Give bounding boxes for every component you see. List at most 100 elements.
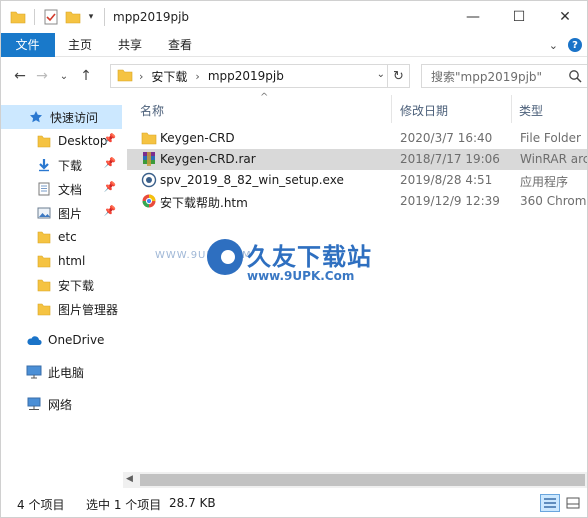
window-title: mpp2019pjb [113, 9, 190, 24]
search-icon[interactable] [568, 69, 582, 86]
pin-icon[interactable]: 📌 [104, 182, 116, 193]
folder-icon[interactable] [9, 8, 27, 26]
help-icon[interactable]: ? [568, 38, 582, 52]
search-input[interactable]: 搜索"mpp2019pjb" [421, 64, 588, 88]
nav-item-label: 此电脑 [48, 365, 85, 380]
chevron-right-icon[interactable]: › [139, 70, 143, 83]
address-bar[interactable]: › 安下载 › mpp2019pjb ⌄ ↻ [110, 64, 410, 88]
column-header-date[interactable]: 修改日期 [400, 102, 448, 119]
folder-icon [36, 277, 52, 293]
column-divider[interactable] [511, 95, 512, 123]
refresh-button[interactable]: ↻ [387, 65, 409, 87]
new-folder-icon[interactable] [64, 8, 82, 26]
file-type: File Folder [520, 131, 581, 145]
folder-icon [36, 253, 52, 269]
tab-view[interactable]: 查看 [155, 33, 205, 57]
address-dropdown-icon[interactable]: ⌄ [377, 69, 385, 80]
details-view-icon[interactable] [540, 494, 560, 512]
pin-icon[interactable]: 📌 [104, 206, 116, 217]
picture-icon [36, 205, 52, 221]
recent-locations-dropdown[interactable]: ⌄ [53, 71, 75, 82]
view-switcher [540, 494, 583, 512]
file-type: 360 Chrome [520, 194, 588, 208]
nav-item-documents[interactable]: 文档 📌 [0, 177, 122, 201]
ribbon-right-controls: ⌄ ? [549, 33, 582, 57]
file-name: spv_2019_8_82_win_setup.exe [160, 173, 344, 187]
nav-item-network[interactable]: 网络 [0, 392, 122, 416]
file-date: 2020/3/7 16:40 [400, 131, 493, 145]
nav-item-onedrive[interactable]: OneDrive [0, 328, 122, 352]
nav-item-html[interactable]: html [0, 249, 122, 273]
maximize-button[interactable]: ☐ [496, 0, 542, 33]
file-date: 2019/8/28 4:51 [400, 173, 493, 187]
file-name: 安下载帮助.htm [160, 196, 248, 210]
file-type: 应用程序 [520, 175, 569, 189]
navigation-bar: ← → ⌄ ↑ › 安下载 › mpp2019pjb ⌄ ↻ 搜索"mpp201… [0, 58, 588, 94]
horizontal-scrollbar[interactable]: ◀ [123, 472, 588, 488]
chevron-right-icon[interactable]: › [195, 70, 199, 83]
scroll-left-icon[interactable]: ◀ [126, 474, 133, 484]
tab-file[interactable]: 文件 [0, 32, 55, 57]
folder-icon [36, 229, 52, 245]
nav-item-label: 网络 [48, 397, 73, 412]
tab-home[interactable]: 主页 [55, 33, 105, 57]
computer-icon [26, 364, 42, 380]
pin-icon[interactable]: 📌 [104, 158, 116, 169]
forward-button[interactable]: → [31, 68, 53, 84]
large-icons-view-icon[interactable] [563, 494, 583, 512]
title-bar: ▾ mpp2019pjb — ☐ ✕ [0, 0, 588, 33]
file-row[interactable]: 安下载帮助.htm 2019/12/9 12:39 360 Chrome [127, 191, 588, 212]
file-date: 2019/12/9 12:39 [400, 194, 500, 208]
navigation-pane: 快速访问 Desktop 📌 下载 📌 文档 📌 图片 📌 etc html 安… [0, 95, 122, 488]
star-icon [28, 109, 44, 125]
nav-item-anxiazai[interactable]: 安下载 [0, 273, 122, 297]
file-row[interactable]: spv_2019_8_82_win_setup.exe 2019/8/28 4:… [127, 170, 588, 191]
nav-item-etc[interactable]: etc [0, 225, 122, 249]
file-date: 2018/7/17 19:06 [400, 152, 500, 166]
nav-item-label: 安下载 [58, 278, 95, 293]
watermark-brand: 久友下载站 [247, 243, 372, 271]
download-icon [36, 157, 52, 173]
scrollbar-thumb[interactable] [140, 474, 585, 486]
close-button[interactable]: ✕ [542, 0, 588, 33]
file-type: WinRAR arc [520, 152, 588, 166]
column-divider[interactable] [391, 95, 392, 123]
nav-item-this-pc[interactable]: 此电脑 [0, 360, 122, 384]
network-icon [26, 396, 42, 412]
minimize-button[interactable]: — [450, 0, 496, 33]
watermark-url: www.9UPK.Com [247, 269, 355, 283]
breadcrumb-item[interactable]: mpp2019pjb [208, 69, 284, 83]
file-row[interactable]: Keygen-CRD.rar 2018/7/17 19:06 WinRAR ar… [127, 149, 588, 170]
tab-share[interactable]: 共享 [105, 33, 155, 57]
nav-item-desktop[interactable]: Desktop 📌 [0, 129, 122, 153]
nav-item-pictures[interactable]: 图片 📌 [0, 201, 122, 225]
nav-item-label: OneDrive [48, 333, 105, 347]
window-controls: — ☐ ✕ [450, 0, 588, 33]
folder-icon [36, 301, 52, 317]
nav-item-picture-manager[interactable]: 图片管理器 [0, 297, 122, 321]
column-header-name[interactable]: 名称 [140, 102, 164, 119]
nav-item-label: 下载 [58, 158, 83, 173]
file-name: Keygen-CRD [160, 131, 235, 145]
selection-size: 28.7 KB [169, 496, 216, 510]
column-header-type[interactable]: 类型 [519, 102, 543, 119]
ribbon-tabs: 文件 主页 共享 查看 ⌄ ? [0, 32, 588, 57]
separator [34, 8, 35, 25]
nav-item-downloads[interactable]: 下载 📌 [0, 153, 122, 177]
file-name: Keygen-CRD.rar [160, 152, 256, 166]
properties-icon[interactable] [42, 8, 60, 26]
breadcrumb-item[interactable]: 安下载 [151, 68, 187, 85]
nav-item-label: html [58, 254, 86, 268]
folder-icon [117, 68, 133, 85]
nav-item-quick-access[interactable]: 快速访问 [0, 105, 122, 129]
installer-icon [141, 172, 157, 188]
file-row[interactable]: Keygen-CRD 2020/3/7 16:40 File Folder [127, 128, 588, 149]
watermark: WWW.9UPK.COM 久友下载站 www.9UPK.Com [155, 235, 395, 295]
pin-icon[interactable]: 📌 [104, 134, 116, 145]
customize-toolbar-dropdown[interactable]: ▾ [86, 12, 96, 22]
expand-ribbon-icon[interactable]: ⌄ [549, 39, 558, 52]
back-button[interactable]: ← [9, 68, 31, 84]
nav-item-label: 快速访问 [50, 110, 99, 125]
up-button[interactable]: ↑ [75, 68, 97, 84]
nav-item-label: 图片管理器 [58, 302, 119, 317]
